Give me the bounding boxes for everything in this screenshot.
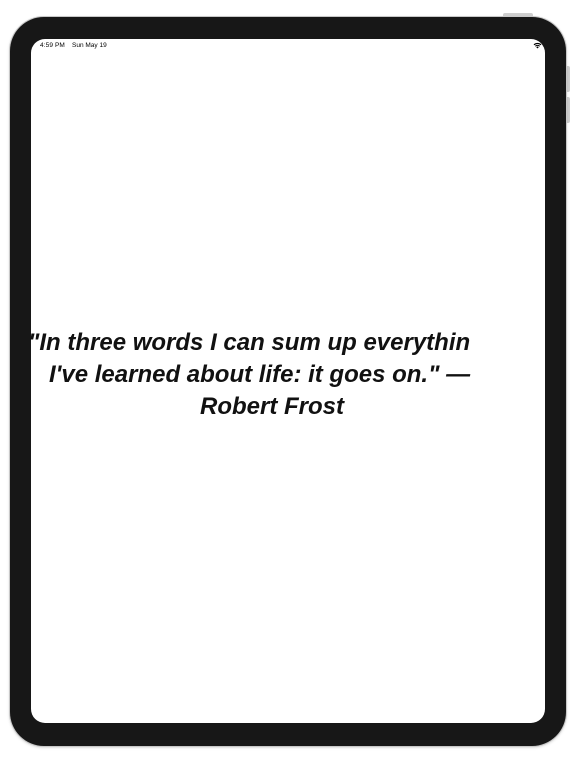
- volume-up-button: [566, 66, 570, 92]
- volume-down-button: [566, 97, 570, 123]
- quote-line: I've learned about life: it goes on." —: [49, 361, 471, 388]
- quote-text: "In three words I can sum up everythin I…: [28, 327, 576, 423]
- quote-line: "In three words I can sum up everythin: [28, 329, 471, 356]
- wifi-icon: [533, 42, 542, 49]
- status-time: 4:59 PM: [40, 42, 65, 49]
- status-date: Sun May 19: [72, 42, 107, 49]
- quote-author: Robert Frost: [200, 393, 344, 420]
- status-bar: 4:59 PM Sun May 19: [31, 39, 545, 53]
